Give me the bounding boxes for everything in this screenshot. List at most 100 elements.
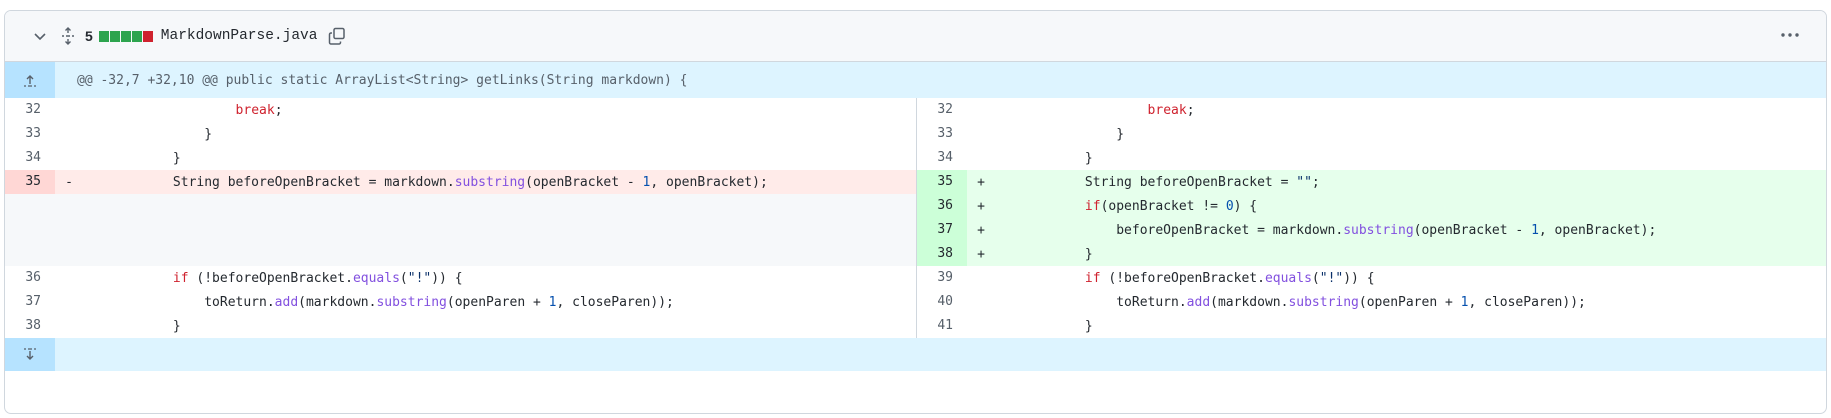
code-token: (!beforeOpenBracket.: [188, 270, 353, 286]
file-name[interactable]: MarkdownParse.java: [161, 28, 318, 44]
fold-up-icon[interactable]: [5, 62, 55, 98]
code-token: }: [79, 150, 181, 166]
diff-marker: +: [977, 198, 985, 214]
code-token: substring: [1343, 222, 1414, 238]
line-number[interactable]: 35: [5, 170, 55, 194]
line-number[interactable]: 39: [917, 266, 967, 290]
code-token: toReturn.: [991, 294, 1187, 310]
kebab-horizontal-icon[interactable]: [1776, 23, 1804, 47]
code-token: if: [172, 270, 189, 286]
code-text: }: [77, 319, 916, 334]
context-line: 41 }: [917, 314, 1826, 338]
code-text: toReturn.add(markdown.substring(openPare…: [989, 295, 1826, 310]
line-number[interactable]: 36: [5, 266, 55, 290]
line-number[interactable]: 41: [917, 314, 967, 338]
code-token: )) {: [1343, 270, 1375, 286]
old-file-side: 32 break; 33 } 34 } 35- String beforeOpenBr…: [5, 98, 916, 338]
code-token: }: [991, 246, 1093, 262]
change-count: 5: [85, 28, 93, 44]
line-number[interactable]: 33: [5, 122, 55, 146]
diffstat-square: [120, 30, 131, 42]
diffstat-square: [98, 30, 109, 42]
split-diff-body: 32 break; 33 } 34 } 35- String beforeOpenBr…: [5, 98, 1826, 338]
file-header: 5 MarkdownParse.java: [5, 11, 1826, 62]
line-number[interactable]: 33: [917, 122, 967, 146]
code-token: equals: [352, 270, 400, 286]
code-token: "!": [1319, 270, 1344, 286]
code-token: (openParen +: [1358, 294, 1461, 310]
diff-marker: +: [977, 174, 985, 190]
hunk-header: @@ -32,7 +32,10 @@ public static ArrayLi…: [5, 62, 1826, 98]
code-token: }: [79, 318, 181, 334]
line-number[interactable]: 40: [917, 290, 967, 314]
line-number[interactable]: 37: [917, 218, 967, 242]
code-token: add: [1186, 294, 1211, 310]
code-token: (markdown.: [1210, 294, 1289, 310]
empty-line: [5, 242, 916, 266]
code-token: }: [991, 126, 1125, 142]
line-number[interactable]: 38: [5, 314, 55, 338]
code-text: String beforeOpenBracket = markdown.subs…: [77, 175, 916, 190]
line-number[interactable]: 34: [917, 146, 967, 170]
line-number: [5, 242, 55, 266]
added-line: 35 + String beforeOpenBracket = "";: [917, 170, 1826, 194]
fold-down-icon[interactable]: [5, 338, 55, 371]
bottom-expander: [5, 338, 1826, 371]
diff-marker: +: [977, 222, 985, 238]
diff-file-card: 5 MarkdownParse.java @@ -32,7 +32,10 @@ …: [4, 10, 1827, 414]
code-token: toReturn.: [79, 294, 275, 310]
code-token: String beforeOpenBracket =: [991, 174, 1297, 190]
code-text: toReturn.add(markdown.substring(openPare…: [77, 295, 916, 310]
code-token: }: [991, 318, 1093, 334]
context-line: 34 }: [5, 146, 916, 170]
hunk-header-text: @@ -32,7 +32,10 @@ public static ArrayLi…: [77, 72, 688, 88]
context-line: 39 if (!beforeOpenBracket.equals("!")) {: [917, 266, 1826, 290]
code-text: }: [989, 319, 1826, 334]
line-number[interactable]: 35: [917, 170, 967, 194]
diff-marker: +: [977, 246, 985, 262]
code-token: substring: [1288, 294, 1359, 310]
code-token: (openBracket !=: [1100, 198, 1226, 214]
code-token: }: [79, 126, 213, 142]
context-line: 38 }: [5, 314, 916, 338]
code-token: "!": [407, 270, 432, 286]
line-number: [5, 218, 55, 242]
code-text: }: [989, 247, 1826, 262]
code-text: String beforeOpenBracket = "";: [989, 175, 1826, 190]
code-text: break;: [989, 103, 1826, 118]
line-number[interactable]: 32: [917, 98, 967, 122]
code-token: ) {: [1233, 198, 1258, 214]
code-token: , closeParen));: [1468, 294, 1586, 310]
line-number: [5, 194, 55, 218]
code-token: substring: [454, 174, 526, 190]
diffstat-square: [142, 30, 153, 42]
chevron-down-icon[interactable]: [27, 23, 53, 49]
line-number[interactable]: 38: [917, 242, 967, 266]
code-token: (openParen +: [446, 294, 549, 310]
code-token: if: [1084, 270, 1101, 286]
code-token: if: [1084, 198, 1101, 214]
line-number[interactable]: 34: [5, 146, 55, 170]
copy-icon[interactable]: [325, 24, 349, 48]
unfold-icon[interactable]: [57, 23, 79, 49]
line-number[interactable]: 36: [917, 194, 967, 218]
added-line: 36 + if(openBracket != 0) {: [917, 194, 1826, 218]
code-token: , openBracket);: [1538, 222, 1657, 238]
code-token: , closeParen));: [556, 294, 674, 310]
line-number[interactable]: 37: [5, 290, 55, 314]
new-file-side: 32 break; 33 } 34 } 35 + String beforeOpenBr…: [916, 98, 1826, 338]
code-text: }: [989, 127, 1826, 142]
code-text: if (!beforeOpenBracket.equals("!")) {: [989, 271, 1826, 286]
code-token: (: [1311, 270, 1320, 286]
line-number[interactable]: 32: [5, 98, 55, 122]
code-token: String beforeOpenBracket = markdown.: [79, 174, 455, 190]
context-line: 33 }: [917, 122, 1826, 146]
code-token: 0: [1225, 198, 1234, 214]
empty-line: [5, 218, 916, 242]
code-token: "": [1296, 174, 1312, 190]
deleted-line: 35- String beforeOpenBracket = markdown.…: [5, 170, 916, 194]
context-line: 40 toReturn.add(markdown.substring(openP…: [917, 290, 1826, 314]
